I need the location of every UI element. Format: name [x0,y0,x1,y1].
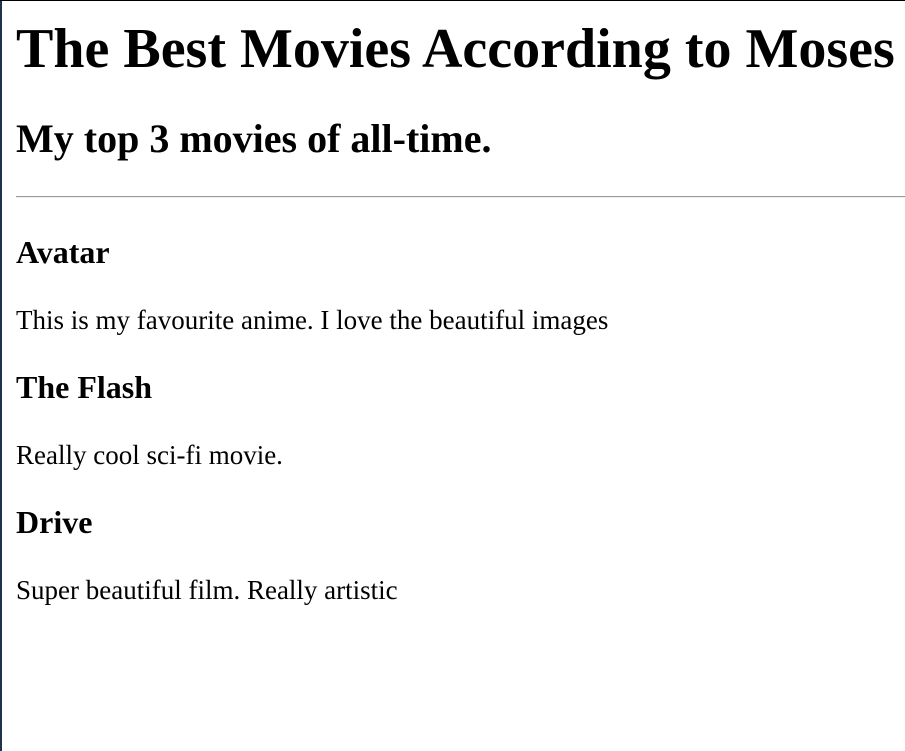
window-left-border [0,0,2,751]
page-content: The Best Movies According to Moses My to… [16,0,905,606]
movie-title: Drive [16,504,93,540]
movie-item-the-flash: The Flash Really cool sci-fi movie. [16,369,905,471]
page-title: The Best Movies According to Moses [16,18,895,80]
movie-title: The Flash [16,369,153,405]
movie-description: Really cool sci-fi movie. [16,440,283,470]
movie-list: Avatar This is my favourite anime. I lov… [16,234,905,606]
page-subtitle: My top 3 movies of all-time. [16,116,492,161]
movie-title: Avatar [16,234,110,270]
movie-description: This is my favourite anime. I love the b… [16,305,609,335]
movie-item-avatar: Avatar This is my favourite anime. I lov… [16,234,905,336]
movie-description: Super beautiful film. Really artistic [16,575,398,605]
movie-item-drive: Drive Super beautiful film. Really artis… [16,504,905,606]
divider [16,196,905,198]
